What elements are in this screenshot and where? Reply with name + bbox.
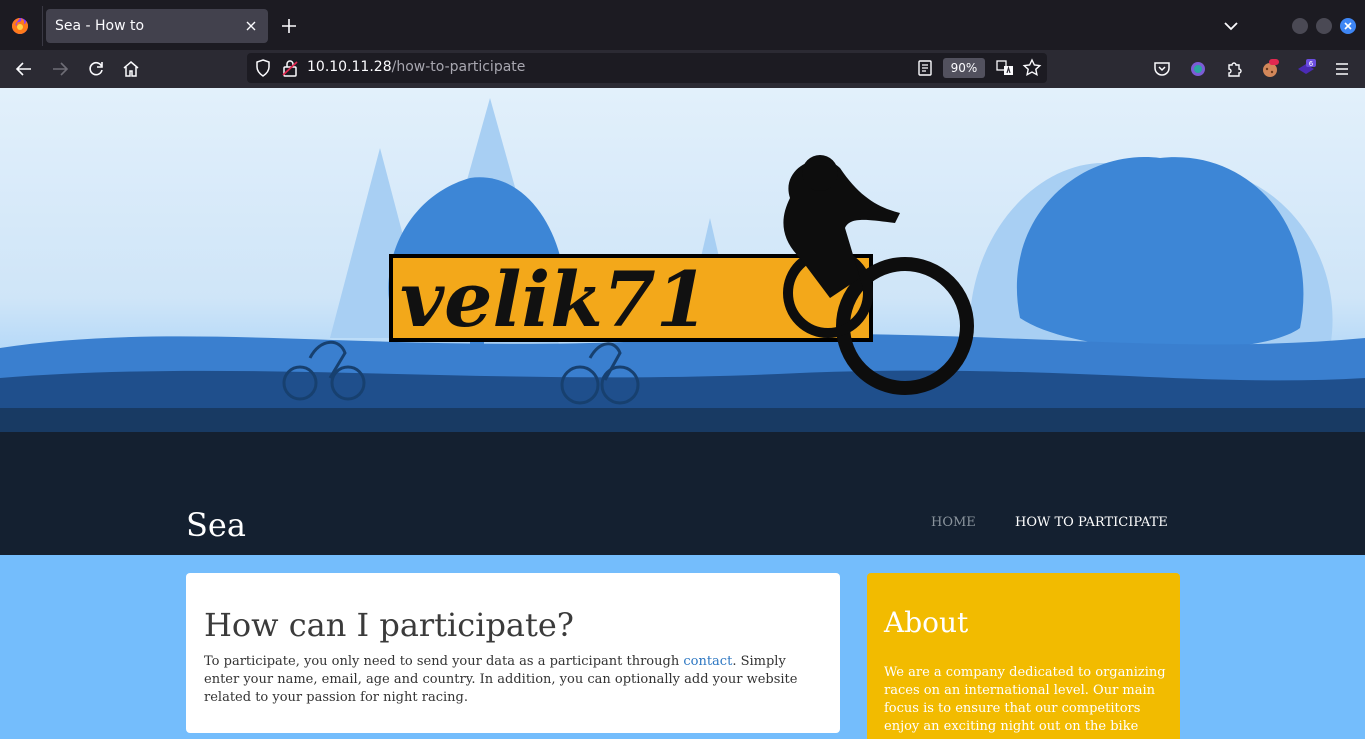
navigation-toolbar: 10.10.11.28/how-to-participate 90% 6 [0, 50, 1365, 88]
maximize-button[interactable] [1316, 18, 1332, 34]
minimize-button[interactable] [1292, 18, 1308, 34]
close-window-icon [1344, 22, 1352, 30]
url-host: 10.10.11.28 [307, 59, 392, 75]
tracking-protection-icon[interactable] [253, 58, 273, 78]
extension-globe-icon[interactable] [1188, 59, 1208, 79]
back-icon[interactable] [14, 59, 34, 79]
about-sidebar-card: About We are a company dedicated to orga… [867, 573, 1180, 739]
main-content-card: How can I participate? To participate, y… [186, 573, 840, 733]
about-heading: About [884, 606, 969, 639]
extensions-puzzle-icon[interactable] [1224, 59, 1244, 79]
insecure-lock-icon[interactable] [280, 58, 300, 78]
about-text: We are a company dedicated to organizing… [884, 665, 1166, 734]
hamburger-menu-icon[interactable] [1332, 59, 1352, 79]
new-tab-icon[interactable] [280, 17, 298, 35]
page-heading: How can I participate? [204, 606, 574, 644]
participation-text-start: To participate, you only need to send yo… [204, 654, 684, 669]
wappalyzer-extension-icon[interactable]: 6 [1296, 59, 1316, 79]
zoom-level-button[interactable]: 90% [943, 58, 985, 78]
close-window-button[interactable] [1340, 18, 1356, 34]
hero-banner: velik71 [0, 88, 1365, 555]
site-title[interactable]: Sea [186, 506, 246, 544]
pocket-icon[interactable] [1152, 59, 1172, 79]
tab-title: Sea - How to [55, 18, 145, 34]
firefox-icon[interactable] [11, 17, 29, 35]
contact-link[interactable]: contact [683, 654, 732, 669]
url-bar[interactable]: 10.10.11.28/how-to-participate 90% [247, 53, 1047, 83]
site-logo-text: velik71 [400, 255, 709, 344]
nav-how-to-participate-link[interactable]: HOW TO PARTICIPATE [1015, 515, 1168, 530]
home-icon[interactable] [121, 59, 141, 79]
extension-badge-count: 6 [1309, 60, 1314, 68]
close-tab-icon[interactable] [243, 18, 259, 34]
nav-home-link[interactable]: HOME [931, 515, 976, 530]
forward-icon[interactable] [50, 59, 70, 79]
list-all-tabs-icon[interactable] [1222, 18, 1240, 34]
participation-text: To participate, you only need to send yo… [204, 653, 824, 707]
translate-icon[interactable] [995, 58, 1015, 78]
tab-bar: Sea - How to [0, 0, 1365, 50]
url-path: /how-to-participate [391, 59, 526, 75]
cookie-extension-icon[interactable] [1260, 59, 1280, 79]
bookmark-star-icon[interactable] [1022, 58, 1042, 78]
url-text: 10.10.11.28/how-to-participate [307, 59, 525, 75]
reader-view-icon[interactable] [915, 58, 935, 78]
reload-icon[interactable] [86, 59, 106, 79]
tab-separator [42, 6, 43, 46]
active-tab[interactable]: Sea - How to [46, 9, 268, 43]
